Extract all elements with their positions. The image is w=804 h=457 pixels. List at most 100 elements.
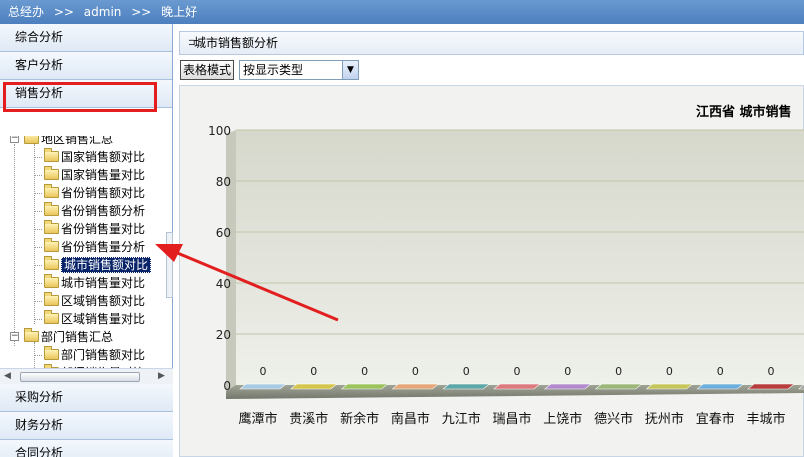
tree-connector bbox=[34, 319, 42, 320]
data-label: 0 bbox=[768, 365, 775, 378]
bar bbox=[645, 383, 694, 390]
nav-section-finance[interactable]: 财务分析 bbox=[0, 412, 173, 440]
breadcrumb-user: admin bbox=[83, 5, 122, 19]
x-tick-label: 瑞昌市 bbox=[492, 411, 531, 427]
folder-icon bbox=[44, 184, 59, 198]
tree-connector bbox=[34, 175, 42, 176]
left-nav: 综合分析 客户分析 销售分析 − 地区销售汇总 国家销售额对比 国家销售量对比 省份销售… bbox=[0, 24, 173, 457]
plot-side-wall bbox=[226, 130, 236, 391]
y-tick-label: 20 bbox=[216, 328, 231, 342]
tree-group-department[interactable]: − 部门销售汇总 bbox=[10, 328, 114, 346]
tree-item[interactable]: 省份销售量对比 bbox=[44, 220, 145, 238]
collapse-icon[interactable]: ⊐ bbox=[188, 32, 196, 54]
tree-item[interactable]: 城市销售量对比 bbox=[44, 274, 145, 292]
y-tick-label: 40 bbox=[216, 277, 231, 291]
folder-icon bbox=[44, 310, 59, 324]
tree-connector bbox=[34, 355, 42, 356]
tree-connector bbox=[14, 144, 15, 346]
bar bbox=[442, 383, 491, 390]
tree-item[interactable]: 省份销售额分析 bbox=[44, 202, 145, 220]
tree-item[interactable]: 省份销售量分析 bbox=[44, 238, 145, 256]
data-label: 0 bbox=[514, 365, 521, 378]
sales-tree: − 地区销售汇总 国家销售额对比 国家销售量对比 省份销售额对比 省份销售额分析 省份销售量… bbox=[0, 136, 173, 368]
tree-item-label: 地区销售汇总 bbox=[41, 136, 114, 146]
nav-section-sales[interactable]: 销售分析 bbox=[0, 80, 172, 108]
chevron-down-icon[interactable]: ▼ bbox=[342, 61, 358, 79]
data-label: 0 bbox=[564, 365, 571, 378]
x-tick-label: 新余市 bbox=[340, 411, 379, 427]
display-type-value: 按显示类型 bbox=[243, 63, 304, 77]
data-label: 0 bbox=[615, 365, 622, 378]
tree-item-label: 区域销售额对比 bbox=[61, 294, 146, 308]
tree-item[interactable]: 国家销售量对比 bbox=[44, 166, 145, 184]
tree-item-label-selected: 城市销售额对比 bbox=[61, 257, 152, 273]
x-tick-label: 丰城市 bbox=[746, 411, 785, 427]
tree-item[interactable]: 省份销售额对比 bbox=[44, 184, 145, 202]
display-type-select[interactable]: 按显示类型 ▼ bbox=[239, 60, 359, 80]
nav-section-overview[interactable]: 综合分析 bbox=[0, 24, 172, 52]
data-label: 0 bbox=[361, 365, 368, 378]
tree-item-label: 国家销售量对比 bbox=[61, 168, 146, 182]
tree-item-label: 城市销售量对比 bbox=[61, 276, 146, 290]
x-tick-label: 德兴市 bbox=[594, 411, 633, 427]
data-label: 0 bbox=[666, 365, 673, 378]
folder-icon bbox=[44, 148, 59, 162]
bar bbox=[391, 383, 440, 390]
tree-connector bbox=[34, 247, 42, 248]
bar bbox=[543, 383, 592, 390]
nav-section-contract[interactable]: 合同分析 bbox=[0, 440, 173, 457]
bar bbox=[239, 383, 287, 390]
data-label: 0 bbox=[412, 365, 419, 378]
tree-connector bbox=[34, 265, 42, 266]
app-window: 总经办 >> admin >> 晚上好 综合分析 客户分析 销售分析 − 地区销售… bbox=[0, 0, 804, 457]
x-tick-label: 宜春市 bbox=[696, 411, 735, 427]
bar-chart: 0 20 40 60 80 100 0 鹰潭市 0 贵溪市 0 新余市 0 南昌市 0 九江市 0 瑞昌市 0 上饶市… bbox=[208, 124, 804, 427]
collapse-toggle-icon[interactable]: − bbox=[10, 136, 19, 143]
data-label: 0 bbox=[463, 365, 470, 378]
chart-area: 江西省 城市销售 0 20 40 60 80 100 0 鹰潭市 0 贵溪市 0 新余市 0 南昌市 0 九江… bbox=[179, 85, 804, 457]
data-label: 0 bbox=[310, 365, 317, 378]
folder-icon bbox=[44, 238, 59, 252]
tree-item-label: 省份销售量对比 bbox=[61, 222, 146, 236]
x-tick-label: 上饶市 bbox=[543, 411, 582, 427]
tree-item[interactable]: 城市销售额对比 bbox=[44, 256, 152, 274]
tree-connector bbox=[34, 229, 42, 230]
x-tick-label: 贵溪市 bbox=[289, 411, 328, 427]
tree-connector bbox=[34, 283, 42, 284]
data-label: 0 bbox=[717, 365, 724, 378]
tree-group-region[interactable]: − 地区销售汇总 bbox=[10, 136, 114, 148]
tree-item[interactable]: 国家销售额对比 bbox=[44, 148, 145, 166]
tree-item-label: 国家销售额对比 bbox=[61, 150, 146, 164]
panel-header: ⊐ 城市销售额分析 bbox=[179, 31, 804, 55]
bar bbox=[493, 383, 541, 390]
y-tick-label: 100 bbox=[208, 124, 231, 138]
nav-section-purchase[interactable]: 采购分析 bbox=[0, 384, 173, 412]
x-tick-label: 九江市 bbox=[442, 411, 481, 427]
collapse-toggle-icon[interactable]: − bbox=[10, 332, 19, 341]
folder-icon bbox=[24, 136, 39, 144]
tree-item[interactable]: 部门销售额对比 bbox=[44, 346, 145, 364]
tree-item-label: 部门销售汇总 bbox=[41, 330, 114, 344]
folder-icon bbox=[44, 346, 59, 360]
folder-icon bbox=[44, 256, 59, 270]
breadcrumb-separator: >> bbox=[53, 5, 74, 19]
bar bbox=[289, 383, 338, 390]
folder-icon bbox=[44, 274, 59, 288]
table-mode-button[interactable]: 表格模式 bbox=[180, 60, 235, 80]
folder-icon bbox=[24, 328, 39, 342]
tree-item[interactable]: 区域销售量对比 bbox=[44, 310, 145, 328]
nav-section-customer[interactable]: 客户分析 bbox=[0, 52, 172, 80]
greeting: 晚上好 bbox=[161, 5, 198, 19]
toolbar: 表格模式 按显示类型 ▼ bbox=[179, 58, 804, 82]
tree-item[interactable]: 区域销售额对比 bbox=[44, 292, 145, 310]
tree-connector bbox=[34, 157, 42, 158]
tree-vertical-scrollbar[interactable] bbox=[166, 232, 173, 298]
x-tick-label: 抚州市 bbox=[645, 411, 684, 427]
tree-item-label: 省份销售额分析 bbox=[61, 204, 146, 218]
bar bbox=[696, 383, 745, 390]
chart-title: 江西省 城市销售 bbox=[696, 105, 792, 120]
tree-connector bbox=[34, 301, 42, 302]
tree-item-label: 部门销售额对比 bbox=[61, 348, 146, 362]
tree-connector bbox=[34, 211, 42, 212]
tree-connector bbox=[34, 193, 42, 194]
